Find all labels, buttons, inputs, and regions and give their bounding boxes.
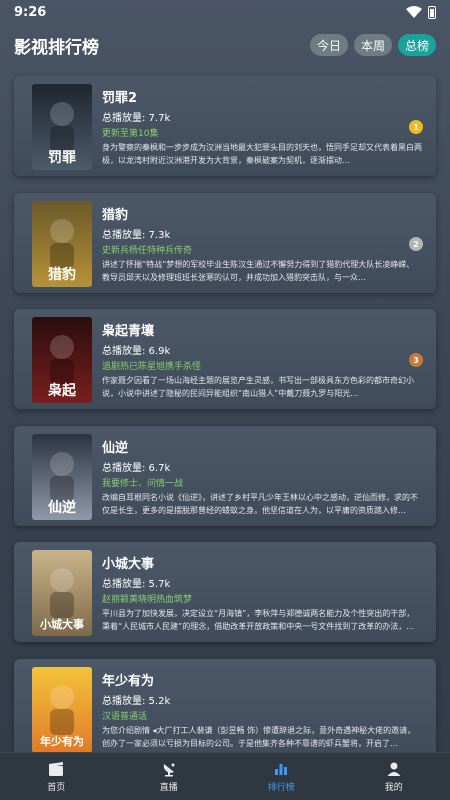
play-count: 总播放量: 7.3k bbox=[102, 230, 171, 241]
show-tagline: 史新兵杨任特种兵传奇 bbox=[102, 246, 193, 256]
show-card[interactable]: 枭起 枭起青壤 总播放量: 6.9k 追剧热已陈星旭携手杀怪 作家聂夕因看了一场… bbox=[14, 309, 436, 409]
status-time: 9:26 bbox=[14, 4, 47, 20]
play-count: 总播放量: 6.9k bbox=[102, 346, 171, 357]
poster-image: 仙逆 bbox=[32, 434, 92, 520]
poster-image: 罚罪 bbox=[32, 84, 92, 170]
rank-badge: 2 bbox=[409, 237, 423, 251]
show-tagline: 汉语普通话 bbox=[102, 712, 148, 722]
satellite-dish-icon bbox=[161, 761, 177, 777]
nav-live-label: 直播 bbox=[159, 782, 178, 793]
svg-text:年少有为: 年少有为 bbox=[40, 734, 84, 748]
show-description: 作家聂夕因看了一场山海经主题的展览产生灵感，书写出一部极具东方色彩的都市奇幻小说… bbox=[102, 376, 414, 398]
show-card[interactable]: 罚罪 罚罪2 总播放量: 7.7k 更新至第10集 身为警察的秦枫和一步步成为汉… bbox=[14, 76, 436, 176]
show-title: 枭起青壤 bbox=[102, 324, 155, 339]
show-description: 改编自耳根同名小说《仙逆》，讲述了乡村平凡少年王林以心中之感动，逆仙而修，求的不… bbox=[102, 493, 418, 515]
svg-text:枭起: 枭起 bbox=[47, 382, 77, 399]
show-tagline: 赵丽颖黄晓明热血筑梦 bbox=[102, 595, 193, 605]
nav-home-label: 首页 bbox=[47, 782, 66, 793]
poster-image: 小城大事 bbox=[32, 550, 92, 636]
period-tabs: 今日 本周 总榜 bbox=[309, 34, 436, 56]
show-title: 年少有为 bbox=[102, 674, 155, 689]
poster-image: 年少有为 bbox=[32, 667, 92, 753]
nav-rankings[interactable]: 排行榜 bbox=[246, 761, 316, 793]
show-title: 小城大事 bbox=[102, 557, 155, 572]
show-description: 讲述了怀揣“特战”梦想的军校毕业生陈汉生通过不懈努力得到了猎豹代理大队长凌峥嵘、… bbox=[102, 260, 415, 282]
bottom-nav: 首页 直播 排行榜 我的 bbox=[0, 752, 450, 800]
show-description: 为您介绍剧情 ◂大厂打工人裴谦（彭昱畅 饰）惨遭辞退之际，意外奇遇神秘大佬的邀请… bbox=[102, 726, 416, 748]
show-title: 仙逆 bbox=[102, 441, 129, 456]
clapperboard-icon bbox=[48, 761, 64, 777]
poster-image: 枭起 bbox=[32, 317, 92, 403]
show-description: 身为警察的秦枫和一步步成为汉洲当地最大犯罪头目的刘天也，悟同手足却又代表着黑白两… bbox=[102, 143, 422, 165]
nav-home[interactable]: 首页 bbox=[21, 761, 91, 793]
tab-today[interactable]: 今日 bbox=[309, 34, 348, 56]
show-tagline: 更新至第10集 bbox=[102, 129, 159, 139]
show-card[interactable]: 仙逆 仙逆 总播放量: 6.7k 我要修士、问情一战 改编自耳根同名小说《仙逆》… bbox=[14, 426, 436, 526]
user-icon bbox=[386, 761, 402, 777]
status-icons bbox=[406, 5, 436, 19]
play-count: 总播放量: 7.7k bbox=[102, 113, 171, 124]
wifi-icon bbox=[406, 6, 422, 18]
nav-rankings-label: 排行榜 bbox=[267, 782, 295, 793]
show-card[interactable]: 猎豹 猎豹 总播放量: 7.3k 史新兵杨任特种兵传奇 讲述了怀揣“特战”梦想的… bbox=[14, 193, 436, 293]
svg-text:猎豹: 猎豹 bbox=[48, 266, 76, 283]
status-bar: 9:26 bbox=[0, 0, 450, 24]
tab-week[interactable]: 本周 bbox=[353, 34, 392, 56]
page-title: 影视排行榜 bbox=[14, 37, 99, 58]
nav-live[interactable]: 直播 bbox=[134, 761, 204, 793]
show-title: 罚罪2 bbox=[102, 91, 138, 106]
battery-icon bbox=[428, 5, 436, 19]
show-title: 猎豹 bbox=[102, 208, 129, 223]
svg-text:罚罪: 罚罪 bbox=[48, 150, 76, 166]
play-count: 总播放量: 6.7k bbox=[102, 463, 171, 474]
tab-all-time[interactable]: 总榜 bbox=[397, 34, 436, 56]
show-tagline: 追剧热已陈星旭携手杀怪 bbox=[102, 362, 202, 372]
header: 影视排行榜 今日 本周 总榜 bbox=[0, 28, 450, 62]
show-tagline: 我要修士、问情一战 bbox=[102, 479, 184, 489]
play-count: 总播放量: 5.2k bbox=[102, 696, 171, 707]
nav-profile[interactable]: 我的 bbox=[359, 761, 429, 793]
show-description: 平川县为了加快发展，决定设立“月海镇”，李秋萍与郑德诚两名能力及个性突出的干部，… bbox=[102, 609, 415, 631]
poster-image: 猎豹 bbox=[32, 201, 92, 287]
rank-badge: 1 bbox=[409, 120, 423, 134]
svg-text:小城大事: 小城大事 bbox=[39, 617, 84, 631]
show-card[interactable]: 年少有为 年少有为 总播放量: 5.2k 汉语普通话 为您介绍剧情 ◂大厂打工人… bbox=[14, 659, 436, 759]
play-count: 总播放量: 5.7k bbox=[102, 579, 171, 590]
bar-chart-icon bbox=[273, 761, 289, 777]
rank-badge: 3 bbox=[409, 353, 423, 367]
svg-text:仙逆: 仙逆 bbox=[48, 499, 76, 516]
show-card[interactable]: 小城大事 小城大事 总播放量: 5.7k 赵丽颖黄晓明热血筑梦 平川县为了加快发… bbox=[14, 542, 436, 642]
nav-profile-label: 我的 bbox=[384, 782, 403, 793]
